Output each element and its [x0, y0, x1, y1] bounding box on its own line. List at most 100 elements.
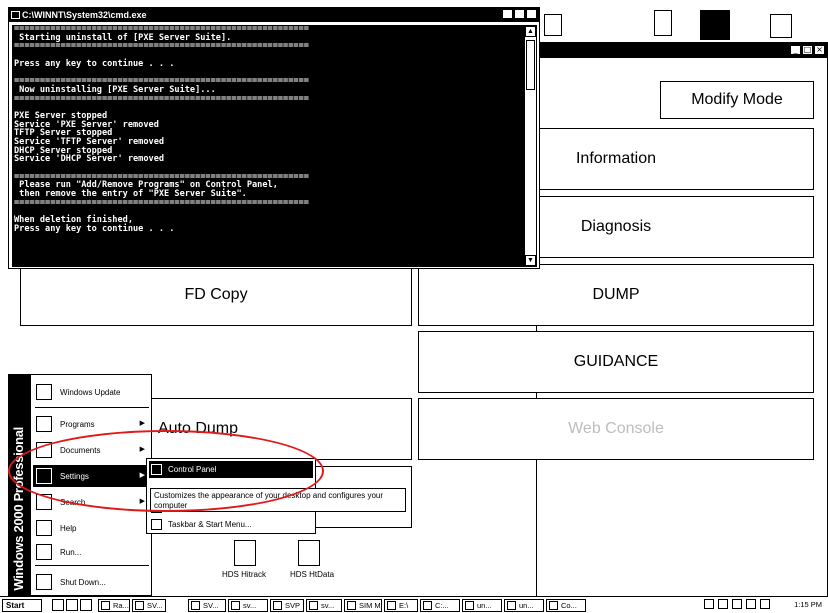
- taskbar-button[interactable]: Co...: [546, 599, 586, 612]
- task-icon: [347, 601, 356, 610]
- cmd-title: C:\WINNT\System32\cmd.exe: [22, 10, 147, 20]
- show-desktop-icon[interactable]: [52, 599, 64, 611]
- tray-icon-2[interactable]: [718, 599, 728, 609]
- start-menu-band-text: Windows 2000 Professional: [11, 427, 26, 591]
- scroll-thumb[interactable]: [526, 40, 535, 90]
- web-console-button: Web Console: [418, 398, 814, 460]
- task-label: SIM M...: [359, 601, 382, 610]
- cmd-minimize-button[interactable]: _: [502, 9, 513, 19]
- run-icon: [36, 544, 52, 560]
- modify-mode-label: Modify Mode: [691, 91, 783, 108]
- system-clock[interactable]: 1:15 PM: [740, 599, 826, 612]
- taskbar-button[interactable]: SVP: [270, 599, 304, 612]
- cmd-maximize-button[interactable]: □: [514, 9, 525, 19]
- console-line: Press any key to continue . . .: [14, 58, 175, 69]
- cmd-window: C:\WINNT\System32\cmd.exe _ □ × ========…: [8, 7, 540, 269]
- information-label: Information: [575, 150, 657, 167]
- help-icon: [36, 520, 52, 536]
- menu-item-programs[interactable]: Programs ▶: [33, 413, 151, 435]
- task-label: un...: [477, 601, 492, 610]
- guidance-button[interactable]: GUIDANCE: [418, 331, 814, 393]
- menu-item-shut-down[interactable]: Shut Down...: [33, 571, 151, 593]
- cmd-icon: [11, 11, 20, 19]
- scroll-down-arrow-icon[interactable]: ▼: [525, 255, 536, 266]
- taskbar-button[interactable]: SV...: [188, 599, 226, 612]
- tray-icon-1[interactable]: [704, 599, 714, 609]
- desktop-icon-top-1[interactable]: [544, 14, 562, 36]
- cmd-close-button[interactable]: ×: [526, 9, 537, 19]
- start-button[interactable]: Start: [2, 599, 42, 612]
- task-icon: [423, 601, 432, 610]
- submenu-item-label: Control Panel: [168, 465, 217, 474]
- shut-down-icon: [36, 574, 52, 590]
- menu-item-search[interactable]: Search ▶: [33, 491, 151, 513]
- menu-item-settings[interactable]: Settings ▶: [33, 465, 151, 487]
- browser-icon[interactable]: [66, 599, 78, 611]
- submenu-item-taskbar[interactable]: Taskbar & Start Menu...: [149, 516, 313, 533]
- menu-item-documents[interactable]: Documents ▶: [33, 439, 151, 461]
- task-icon: [507, 601, 516, 610]
- hds-htdata-label[interactable]: HDS HtData: [290, 570, 334, 579]
- task-icon: [101, 601, 110, 610]
- taskbar-button[interactable]: SV...: [132, 599, 166, 612]
- task-icon: [135, 601, 144, 610]
- taskbar-button[interactable]: E:\: [384, 599, 418, 612]
- menu-item-run[interactable]: Run...: [33, 541, 151, 563]
- cmd-titlebar: C:\WINNT\System32\cmd.exe _ □ ×: [9, 8, 539, 22]
- task-icon: [191, 601, 200, 610]
- desktop-icon-top-2[interactable]: [654, 10, 672, 36]
- task-icon: [273, 601, 282, 610]
- console-line: ========================================…: [14, 41, 309, 52]
- quicklaunch-icon[interactable]: [80, 599, 92, 611]
- taskbar-button[interactable]: sv...: [306, 599, 342, 612]
- scroll-up-arrow-icon[interactable]: ▲: [525, 26, 536, 37]
- console-line: Service 'DHCP Server' removed: [14, 154, 165, 165]
- task-label: SVP: [285, 601, 301, 610]
- taskbar-icon: [151, 519, 162, 530]
- taskbar-button[interactable]: sv...: [228, 599, 268, 612]
- control-panel-icon: [151, 464, 162, 475]
- hds-hitrack-icon[interactable]: [234, 540, 256, 566]
- guidance-label: GUIDANCE: [573, 353, 659, 370]
- taskbar-button[interactable]: Ra...: [98, 599, 130, 612]
- diagnosis-label: Diagnosis: [580, 218, 652, 235]
- taskbar-button[interactable]: SIM M...: [344, 599, 382, 612]
- taskbar-button[interactable]: C:...: [420, 599, 460, 612]
- dump-button[interactable]: DUMP: [418, 264, 814, 326]
- taskbar-button[interactable]: un...: [462, 599, 502, 612]
- maximize-button[interactable]: □: [802, 45, 813, 55]
- console-line: ========================================…: [14, 93, 309, 104]
- menu-item-windows-update[interactable]: Windows Update: [33, 381, 151, 403]
- desktop-icon-top-3[interactable]: [700, 10, 730, 40]
- menu-item-label: Run...: [60, 547, 82, 557]
- task-label: C:...: [435, 601, 449, 610]
- cmd-console[interactable]: ========================================…: [12, 25, 526, 267]
- menu-item-help[interactable]: Help: [33, 517, 151, 539]
- task-icon: [231, 601, 240, 610]
- modify-mode-button[interactable]: Modify Mode: [660, 81, 814, 119]
- desktop-icon-top-4[interactable]: [770, 14, 792, 38]
- taskbar: Start Ra... SV... SV... sv... SVP sv... SIM M.…: [0, 596, 828, 613]
- settings-icon: [36, 468, 52, 484]
- task-label: sv...: [321, 601, 335, 610]
- submenu-arrow-icon: ▶: [139, 498, 145, 505]
- start-menu-band: Windows 2000 Professional: [9, 375, 31, 595]
- submenu-item-label: Taskbar & Start Menu...: [168, 520, 252, 529]
- submenu-item-control-panel[interactable]: Control Panel: [149, 461, 313, 478]
- svp-titlebar: _ □ ×: [537, 43, 827, 58]
- submenu-arrow-icon: ▶: [139, 472, 145, 479]
- task-icon: [309, 601, 318, 610]
- taskbar-button[interactable]: un...: [504, 599, 544, 612]
- dump-label: DUMP: [592, 286, 640, 303]
- hds-htdata-icon[interactable]: [298, 540, 320, 566]
- console-line: Press any key to continue . . .: [14, 223, 175, 234]
- cmd-scrollbar[interactable]: ▲ ▼: [524, 25, 537, 267]
- hds-hitrack-label[interactable]: HDS Hitrack: [222, 570, 266, 579]
- minimize-button[interactable]: _: [790, 45, 801, 55]
- control-panel-tooltip: Customizes the appearance of your deskto…: [150, 488, 406, 512]
- menu-item-label: Windows Update: [60, 387, 121, 397]
- fd-copy-button[interactable]: FD Copy: [20, 264, 412, 326]
- close-button[interactable]: ×: [814, 45, 825, 55]
- globe-icon: [36, 384, 52, 400]
- search-icon: [36, 494, 52, 510]
